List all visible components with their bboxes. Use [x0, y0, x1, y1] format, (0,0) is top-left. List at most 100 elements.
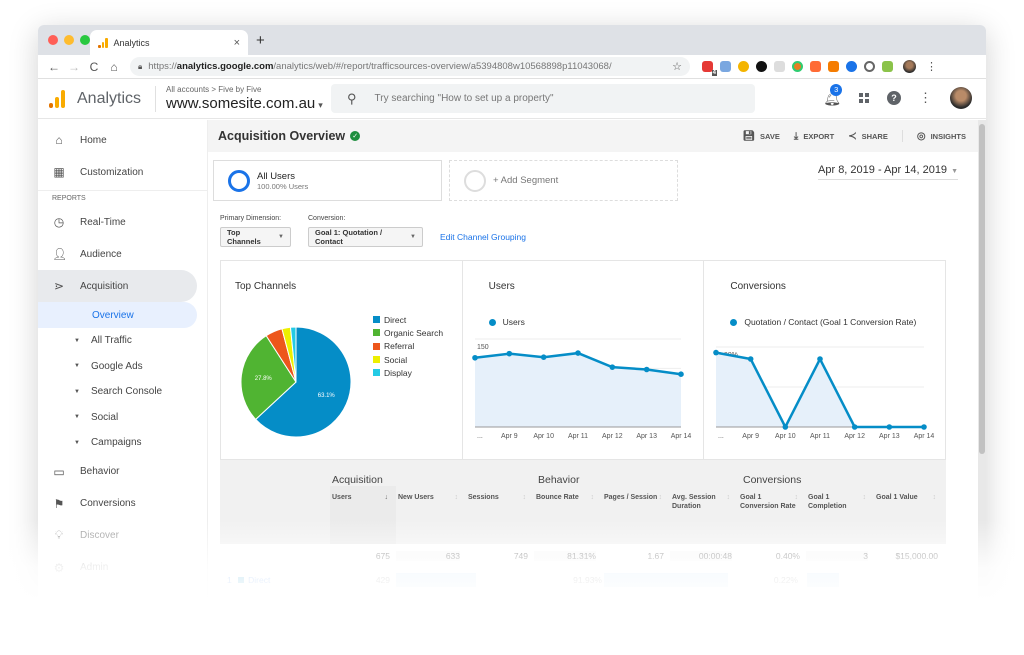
sidebar-item-home[interactable]: ⌂ Home: [38, 124, 207, 156]
address-bar[interactable]: 🔒︎ https://analytics.google.com/analytic…: [130, 57, 690, 76]
table-row[interactable]: 1 Direct 429 91.93% 0.22%: [220, 568, 946, 592]
segment-all-users[interactable]: All Users 100.00% Users: [213, 160, 442, 201]
column-header[interactable]: Bounce Rate ↕: [536, 494, 595, 503]
sidebar-item-campaigns[interactable]: ▼ Campaigns: [38, 430, 207, 456]
legend-item[interactable]: Display: [373, 366, 443, 379]
share-button[interactable]: ≺ SHARE: [848, 131, 888, 142]
data-point[interactable]: [609, 364, 615, 370]
sort-icon[interactable]: ↕: [933, 494, 937, 503]
scrollbar-thumb[interactable]: [979, 124, 985, 454]
column-header[interactable]: New Users ↕: [398, 494, 459, 503]
sort-icon[interactable]: ↕: [523, 494, 527, 503]
data-point[interactable]: [852, 424, 858, 430]
export-button[interactable]: ⤓ EXPORT: [794, 131, 834, 142]
add-segment-button[interactable]: + Add Segment: [449, 160, 678, 201]
date-range-picker[interactable]: Apr 8, 2019 - Apr 14, 2019 ▼: [818, 164, 958, 180]
sidebar-item-overview[interactable]: Overview: [38, 302, 197, 328]
edit-channel-grouping-link[interactable]: Edit Channel Grouping: [440, 232, 526, 242]
data-point[interactable]: [886, 424, 893, 430]
more-options-icon[interactable]: ⋮: [919, 90, 932, 106]
data-point[interactable]: [643, 366, 650, 373]
sidebar-item-social[interactable]: ▼ Social: [38, 405, 207, 431]
save-button[interactable]: 💾︎ SAVE: [742, 131, 780, 142]
primary-dimension-dropdown[interactable]: Top Channels ▼: [220, 227, 291, 247]
data-point[interactable]: [713, 349, 720, 356]
sort-icon[interactable]: ↕: [863, 494, 867, 503]
minimize-window-button[interactable]: [64, 35, 74, 45]
column-header[interactable]: Sessions ↕: [468, 494, 527, 503]
row-channel-link[interactable]: 1 Direct: [227, 575, 270, 585]
apps-grid-icon[interactable]: [859, 93, 869, 103]
sidebar-item-discover[interactable]: 💡︎ Discover: [38, 520, 207, 552]
legend-item[interactable]: Direct: [373, 313, 443, 326]
sidebar-item-acquisition[interactable]: ⋗ Acquisition: [38, 270, 197, 302]
column-header[interactable]: Goal 1 Conversion Rate ↕: [740, 494, 799, 512]
sidebar-item-behavior[interactable]: ▭ Behavior: [38, 456, 207, 488]
extension-icon[interactable]: [738, 61, 749, 72]
legend-item[interactable]: Organic Search: [373, 326, 443, 339]
sort-icon[interactable]: ↕: [455, 494, 459, 503]
close-window-button[interactable]: [48, 35, 58, 45]
column-header-label: Goal 1 Conversion Rate: [740, 494, 796, 510]
extension-icon[interactable]: [864, 61, 875, 72]
scrollbar[interactable]: [978, 120, 986, 625]
home-icon[interactable]: ⌂: [104, 60, 124, 74]
browser-tab[interactable]: Analytics ×: [90, 30, 248, 55]
sidebar-item-audience[interactable]: 👤︎ Audience: [38, 238, 207, 270]
analytics-logo-icon[interactable]: [49, 89, 65, 108]
chrome-menu-icon[interactable]: ⋮: [926, 60, 937, 73]
data-point[interactable]: [540, 354, 547, 360]
search-input[interactable]: ⚲ Try searching "How to set up a propert…: [331, 84, 755, 113]
extension-icon[interactable]: [846, 61, 857, 72]
sidebar-item-all-traffic[interactable]: ▼ All Traffic: [38, 328, 207, 354]
data-point[interactable]: [817, 356, 824, 362]
sort-icon[interactable]: ↕: [659, 494, 663, 503]
data-point[interactable]: [748, 356, 754, 362]
column-header[interactable]: Goal 1 Value ↕: [876, 494, 937, 503]
data-point[interactable]: [921, 424, 928, 430]
sidebar-item-admin[interactable]: ⚙ Admin: [38, 552, 207, 584]
extension-icon[interactable]: [756, 61, 767, 72]
insights-button[interactable]: ◎ INSIGHTS: [917, 131, 966, 142]
sort-icon[interactable]: ↕: [795, 494, 799, 503]
data-point[interactable]: [471, 354, 478, 361]
sidebar-item-customization[interactable]: ▦ Customization: [38, 156, 207, 188]
sidebar-item-google-ads[interactable]: ▼ Google Ads: [38, 354, 207, 380]
column-header[interactable]: Goal 1 Completion ↕: [808, 494, 867, 512]
extension-icon[interactable]: 4: [702, 61, 717, 76]
sidebar-item-conversions[interactable]: ⚑ Conversions: [38, 488, 207, 520]
user-avatar[interactable]: [950, 87, 972, 109]
forward-icon[interactable]: →: [64, 60, 84, 74]
conversion-dropdown[interactable]: Goal 1: Quotation / Contact ▼: [308, 227, 423, 247]
sort-desc-icon[interactable]: ↓: [385, 494, 389, 503]
reload-icon[interactable]: C: [84, 60, 104, 74]
chrome-profile-avatar[interactable]: [903, 60, 916, 73]
legend-item[interactable]: Social: [373, 353, 443, 366]
new-tab-button[interactable]: +: [256, 32, 265, 49]
tab-close-icon[interactable]: ×: [234, 37, 240, 49]
data-point[interactable]: [677, 371, 684, 377]
sidebar-item-real-time[interactable]: ◷ Real-Time: [38, 206, 207, 238]
extension-icon[interactable]: [720, 61, 731, 72]
extension-icon[interactable]: [882, 61, 893, 72]
column-header[interactable]: Avg. Session Duration ↕: [672, 494, 731, 512]
data-point[interactable]: [506, 350, 512, 357]
extension-icon[interactable]: [792, 61, 803, 72]
rss-icon[interactable]: [828, 61, 839, 72]
notifications-bell-icon[interactable]: 🔔︎ 3: [823, 83, 843, 107]
column-header[interactable]: Users ↓: [332, 494, 389, 503]
extension-icon[interactable]: [774, 61, 785, 72]
sidebar-item-search-console[interactable]: ▼ Search Console: [38, 379, 207, 405]
maximize-window-button[interactable]: [80, 35, 90, 45]
legend-item[interactable]: Referral: [373, 340, 443, 353]
sort-icon[interactable]: ↕: [727, 494, 731, 503]
data-point[interactable]: [574, 350, 581, 356]
extension-icon[interactable]: [810, 61, 821, 72]
sort-icon[interactable]: ↕: [591, 494, 595, 503]
bookmark-star-icon[interactable]: ☆: [672, 60, 682, 73]
account-selector[interactable]: All accounts > Five by Five www.somesite…: [166, 85, 323, 112]
data-point[interactable]: [782, 424, 789, 430]
back-icon[interactable]: ←: [44, 60, 64, 74]
help-icon[interactable]: ?: [887, 91, 901, 105]
column-header[interactable]: Pages / Session ↕: [604, 494, 663, 503]
